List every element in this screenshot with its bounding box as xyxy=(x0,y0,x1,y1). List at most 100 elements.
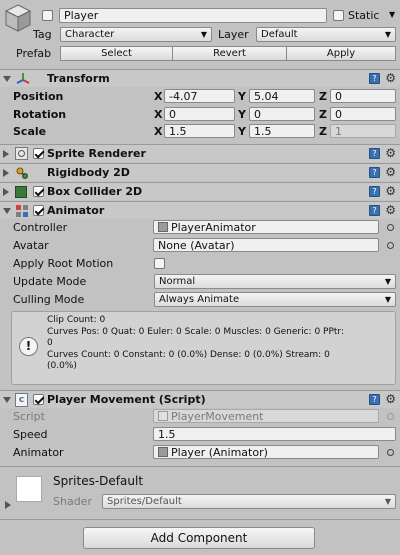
sprite-renderer-checkbox[interactable] xyxy=(33,148,44,159)
position-label: Position xyxy=(13,90,64,103)
box-collider-header[interactable]: Box Collider 2D ? ⚙ xyxy=(0,182,400,200)
prefab-select-button[interactable]: Select xyxy=(60,46,173,61)
material-name: Sprites-Default xyxy=(53,474,144,488)
avatar-label: Avatar xyxy=(13,239,49,252)
box-collider-title: Box Collider 2D xyxy=(47,185,143,198)
gear-icon[interactable]: ⚙ xyxy=(385,71,396,85)
help-book-icon[interactable]: ? xyxy=(369,186,380,197)
script-field: PlayerMovement xyxy=(153,409,379,423)
expand-arrow-icon[interactable] xyxy=(3,188,9,196)
gear-icon[interactable]: ⚙ xyxy=(385,203,396,217)
scale-y-axis[interactable]: Y xyxy=(238,125,246,138)
rotation-x-field[interactable]: 0 xyxy=(164,107,235,121)
culling-mode-value: Always Animate xyxy=(159,294,240,305)
controller-field[interactable]: PlayerAnimator xyxy=(153,220,379,234)
sprite-renderer-title: Sprite Renderer xyxy=(47,147,146,160)
gear-icon[interactable]: ⚙ xyxy=(385,146,396,160)
position-z-axis[interactable]: Z xyxy=(319,90,327,103)
position-z-field[interactable]: 0 xyxy=(330,89,396,103)
player-movement-header[interactable]: c Player Movement (Script) ? ⚙ xyxy=(0,390,400,408)
expand-arrow-icon[interactable] xyxy=(3,208,11,214)
scale-z-axis[interactable]: Z xyxy=(319,125,327,138)
animator-icon xyxy=(15,204,29,221)
expand-arrow-icon[interactable] xyxy=(3,169,9,177)
help-book-icon[interactable]: ? xyxy=(369,205,380,216)
prefab-apply-button[interactable]: Apply xyxy=(286,46,396,61)
position-x-axis[interactable]: X xyxy=(154,90,162,103)
object-picker-icon[interactable] xyxy=(387,224,394,231)
object-picker-icon[interactable] xyxy=(387,242,394,249)
controller-label: Controller xyxy=(13,221,68,234)
rigidbody-header[interactable]: Rigidbody 2D ? ⚙ xyxy=(0,163,400,181)
info-line: (0.0%) xyxy=(47,361,77,371)
layer-dropdown[interactable]: Default ▼ xyxy=(256,27,396,42)
scale-z-field[interactable]: 1 xyxy=(330,124,396,138)
script-file-icon xyxy=(158,411,168,421)
shader-value: Sprites/Default xyxy=(107,496,182,507)
animator-ref-field[interactable]: Player (Animator) xyxy=(153,445,379,459)
expand-arrow-icon[interactable] xyxy=(3,150,9,158)
divider xyxy=(0,519,400,520)
sprite-renderer-header[interactable]: Sprite Renderer ? ⚙ xyxy=(0,144,400,162)
help-book-icon[interactable]: ? xyxy=(369,73,380,84)
static-dropdown-arrow[interactable]: ▼ xyxy=(389,10,395,19)
root-motion-checkbox[interactable] xyxy=(154,258,165,269)
speed-input[interactable]: 1.5 xyxy=(153,427,396,441)
info-icon: ! xyxy=(19,337,38,356)
animator-header[interactable]: Animator ? ⚙ xyxy=(0,201,400,219)
scale-y-field[interactable]: 1.5 xyxy=(249,124,315,138)
rigidbody-icon xyxy=(15,166,29,183)
active-checkbox[interactable] xyxy=(42,10,53,21)
avatar-field[interactable]: None (Avatar) xyxy=(153,238,379,252)
help-book-icon[interactable]: ? xyxy=(369,148,380,159)
gear-icon[interactable]: ⚙ xyxy=(385,165,396,179)
object-picker-icon[interactable] xyxy=(387,449,394,456)
animator-checkbox[interactable] xyxy=(33,205,44,216)
help-book-icon[interactable]: ? xyxy=(369,167,380,178)
prefab-revert-button[interactable]: Revert xyxy=(172,46,287,61)
gear-icon[interactable]: ⚙ xyxy=(385,184,396,198)
chevron-down-icon: ▼ xyxy=(384,497,391,506)
tag-value: Character xyxy=(65,29,115,40)
info-line: Curves Count: 0 Constant: 0 (0.0%) Dense… xyxy=(47,349,330,360)
expand-arrow-icon[interactable] xyxy=(5,501,11,509)
player-movement-checkbox[interactable] xyxy=(33,394,44,405)
update-mode-value: Normal xyxy=(159,276,196,287)
rotation-z-field[interactable]: 0 xyxy=(330,107,396,121)
chevron-down-icon: ▼ xyxy=(200,30,207,39)
position-x-field[interactable]: -4.07 xyxy=(164,89,235,103)
chevron-down-icon: ▼ xyxy=(384,295,391,304)
animator-title: Animator xyxy=(47,204,105,217)
update-mode-dropdown[interactable]: Normal ▼ xyxy=(154,274,396,289)
chevron-down-icon: ▼ xyxy=(384,30,391,39)
gear-icon[interactable]: ⚙ xyxy=(385,392,396,406)
transform-header[interactable]: Transform ? ⚙ xyxy=(0,69,400,87)
rotation-z-axis[interactable]: Z xyxy=(319,108,327,121)
static-label: Static xyxy=(348,9,380,22)
material-preview[interactable] xyxy=(16,476,42,502)
scale-x-axis[interactable]: X xyxy=(154,125,162,138)
prefab-label: Prefab xyxy=(16,47,52,60)
scale-x-field[interactable]: 1.5 xyxy=(164,124,235,138)
info-line: 0 xyxy=(47,338,53,348)
rotation-label: Rotation xyxy=(13,108,67,121)
expand-arrow-icon[interactable] xyxy=(3,397,11,403)
culling-mode-label: Culling Mode xyxy=(13,293,85,306)
expand-arrow-icon[interactable] xyxy=(3,76,11,82)
animator-ref-value: Player (Animator) xyxy=(171,446,268,459)
object-name-input[interactable]: Player xyxy=(59,8,327,23)
animator-controller-icon xyxy=(158,222,168,232)
transform-title: Transform xyxy=(47,72,110,85)
box-collider-checkbox[interactable] xyxy=(33,186,44,197)
help-book-icon[interactable]: ? xyxy=(369,394,380,405)
culling-mode-dropdown[interactable]: Always Animate ▼ xyxy=(154,292,396,307)
position-y-axis[interactable]: Y xyxy=(238,90,246,103)
rotation-x-axis[interactable]: X xyxy=(154,108,162,121)
rotation-y-axis[interactable]: Y xyxy=(238,108,246,121)
position-y-field[interactable]: 5.04 xyxy=(249,89,315,103)
tag-dropdown[interactable]: Character ▼ xyxy=(60,27,212,42)
add-component-button[interactable]: Add Component xyxy=(83,527,315,549)
script-icon: c xyxy=(15,393,28,407)
static-checkbox[interactable] xyxy=(333,10,344,21)
rotation-y-field[interactable]: 0 xyxy=(249,107,315,121)
